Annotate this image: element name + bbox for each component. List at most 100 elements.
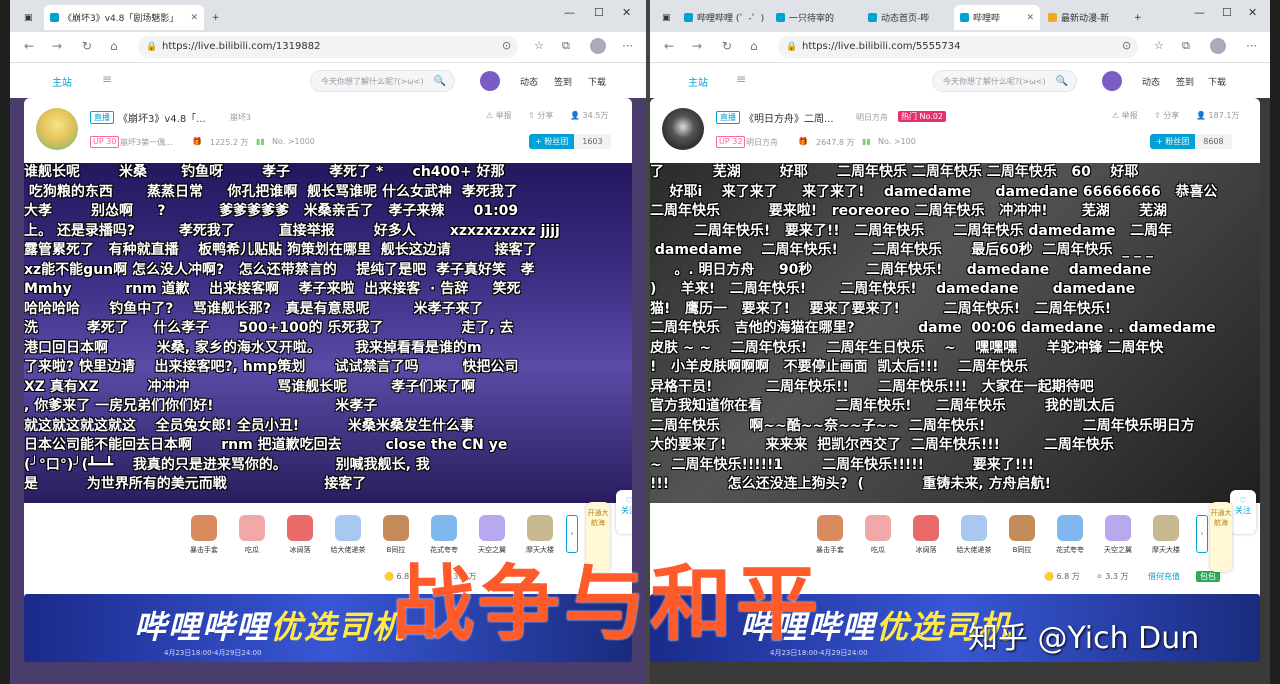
- gift-item[interactable]: 冰阔落: [278, 515, 322, 555]
- gift-item[interactable]: 冰阔落: [904, 515, 948, 555]
- viewer-count-value: 34.5万: [582, 111, 609, 120]
- vip-button[interactable]: 开通大航海: [1210, 502, 1232, 572]
- forward-icon[interactable]: →: [692, 39, 702, 53]
- banner-date: 4月23日18:00-4月29日24:00: [164, 649, 262, 657]
- expand-gifts-button[interactable]: ›: [1196, 515, 1208, 553]
- home-link[interactable]: 主站: [688, 74, 708, 89]
- tab-actions-icon[interactable]: ▣: [18, 5, 36, 30]
- search-input[interactable]: 今天你想了解什么呢?(>ω<) 🔍: [932, 70, 1077, 92]
- refresh-icon[interactable]: ↻: [82, 39, 92, 53]
- back-icon[interactable]: ←: [24, 39, 34, 53]
- gift-item[interactable]: 暴击手套: [808, 515, 852, 555]
- tracking-icon[interactable]: ⊙: [1122, 39, 1131, 52]
- menu-icon[interactable]: ≡: [102, 72, 112, 86]
- gift-item[interactable]: 摩天大楼: [1144, 515, 1188, 555]
- gift-item[interactable]: 摩天大楼: [518, 515, 562, 555]
- gift-item[interactable]: 天空之翼: [1096, 515, 1140, 555]
- banner-title: 哔哩哔哩优选司机: [134, 602, 406, 648]
- danmaku-line: 洗 孝死了 什么孝子 500+100的 乐死我了 走了, 去: [24, 320, 514, 336]
- url-field[interactable]: 🔒 https://live.bilibili.com/1319882: [138, 36, 518, 58]
- gift-item[interactable]: 给大佬递茶: [326, 515, 370, 555]
- gift-item[interactable]: 给大佬递茶: [952, 515, 996, 555]
- url-field[interactable]: 🔒 https://live.bilibili.com/5555734: [778, 36, 1138, 58]
- link-checkin[interactable]: 签到: [1176, 75, 1194, 88]
- new-tab-button[interactable]: +: [1128, 5, 1146, 30]
- more-menu-icon[interactable]: ⋯: [1246, 39, 1257, 52]
- forward-icon[interactable]: →: [52, 39, 62, 53]
- link-download[interactable]: 下载: [1208, 75, 1226, 88]
- link-dynamic[interactable]: 动态: [520, 75, 538, 88]
- tracking-icon[interactable]: ⊙: [502, 39, 511, 52]
- report-link[interactable]: ⚠ 举报: [486, 110, 512, 121]
- up-name[interactable]: 崩坏3第一偶...: [120, 137, 173, 148]
- streamer-avatar[interactable]: [36, 108, 78, 150]
- report-link[interactable]: ⚠ 举报: [1112, 110, 1138, 121]
- gift-item[interactable]: 花式夸夸: [422, 515, 466, 555]
- menu-icon[interactable]: ≡: [736, 72, 746, 86]
- tab-1[interactable]: 哔哩哔哩 (゜-゜): [678, 5, 768, 30]
- back-icon[interactable]: ←: [664, 39, 674, 53]
- link-checkin[interactable]: 签到: [554, 75, 572, 88]
- favorites-icon[interactable]: ☆: [1154, 39, 1164, 52]
- user-avatar[interactable]: [1102, 71, 1122, 91]
- gift-item[interactable]: B同拉: [374, 515, 418, 555]
- link-dynamic[interactable]: 动态: [1142, 75, 1160, 88]
- search-input[interactable]: 今天你想了解什么呢?(>ω<) 🔍: [310, 70, 455, 92]
- recharge-link[interactable]: 借何充值: [1148, 571, 1180, 582]
- tab-label: 哔哩哔哩 (゜-゜): [697, 14, 765, 24]
- bag-button[interactable]: 包包: [1196, 571, 1220, 582]
- close-tab-icon[interactable]: ✕: [1022, 13, 1034, 23]
- tab-bilibili-live[interactable]: 《崩坏3》v4.8「剧场魅影」 ✕: [44, 5, 204, 30]
- profile-avatar[interactable]: [1210, 38, 1226, 54]
- minimize-icon[interactable]: —: [1194, 6, 1205, 19]
- tab-3[interactable]: 动态首页-哔: [862, 5, 952, 30]
- follow-button[interactable]: ♡关注: [616, 490, 632, 534]
- profile-avatar[interactable]: [590, 38, 606, 54]
- home-icon[interactable]: ⌂: [750, 39, 758, 53]
- gift-item[interactable]: B同拉: [1000, 515, 1044, 555]
- fan-club-button[interactable]: + 粉丝团 1603: [529, 134, 611, 149]
- refresh-icon[interactable]: ↻: [722, 39, 732, 53]
- tab-5[interactable]: 最新动漫-新: [1042, 5, 1126, 30]
- close-window-icon[interactable]: ✕: [1248, 6, 1257, 19]
- gift-item[interactable]: 暴击手套: [182, 515, 226, 555]
- video-player[interactable]: 了 芜湖 好耶 二周年快乐 二周年快乐 二周年快乐 60 好耶 好耶i 来了来了…: [650, 163, 1260, 503]
- room-area[interactable]: 崩坏3: [230, 112, 251, 123]
- search-icon[interactable]: 🔍: [1056, 71, 1068, 93]
- close-tab-icon[interactable]: ✕: [186, 13, 198, 23]
- gift-item[interactable]: 花式夸夸: [1048, 515, 1092, 555]
- expand-gifts-button[interactable]: ›: [566, 515, 578, 553]
- gift-item[interactable]: 吃瓜: [230, 515, 274, 555]
- collections-icon[interactable]: ⧉: [562, 39, 570, 53]
- gift-item[interactable]: 吃瓜: [856, 515, 900, 555]
- video-player[interactable]: 谁舰长呢 米桑 钓鱼呀 孝子 孝死了 * ch400+ 好那 吃狗粮的东西 蒸蒸…: [24, 163, 632, 503]
- favorites-icon[interactable]: ☆: [534, 39, 544, 52]
- follow-button[interactable]: ♡关注: [1230, 490, 1256, 534]
- gift-icon: [1009, 515, 1035, 541]
- gift-item[interactable]: 天空之翼: [470, 515, 514, 555]
- collections-icon[interactable]: ⧉: [1182, 39, 1190, 53]
- danmaku-line: damedame 二周年快乐! 二周年快乐 最后60秒 二周年快乐 _ _ _: [650, 242, 1153, 258]
- tab-actions-icon[interactable]: ▣: [656, 5, 674, 30]
- search-icon[interactable]: 🔍: [434, 71, 446, 93]
- danmaku-line: 异格干员! 二周年快乐!! 二周年快乐!!! 大家在一起期待吧: [650, 378, 1094, 395]
- maximize-icon[interactable]: ☐: [1222, 6, 1232, 19]
- link-download[interactable]: 下载: [588, 75, 606, 88]
- up-name[interactable]: 明日方舟: [746, 137, 778, 148]
- gift-icon: [431, 515, 457, 541]
- minimize-icon[interactable]: —: [564, 6, 575, 19]
- home-icon[interactable]: ⌂: [110, 39, 118, 53]
- close-window-icon[interactable]: ✕: [622, 6, 631, 19]
- tab-4-active[interactable]: 哔哩哔 ✕: [954, 5, 1040, 30]
- share-link[interactable]: ⇪ 分享: [528, 110, 553, 121]
- maximize-icon[interactable]: ☐: [594, 6, 604, 19]
- room-area[interactable]: 明日方舟: [856, 112, 888, 123]
- fan-club-button[interactable]: + 粉丝团 8608: [1150, 134, 1232, 149]
- home-link[interactable]: 主站: [52, 74, 72, 89]
- new-tab-button[interactable]: +: [206, 5, 224, 30]
- more-menu-icon[interactable]: ⋯: [622, 39, 633, 52]
- streamer-avatar[interactable]: [662, 108, 704, 150]
- share-link[interactable]: ⇪ 分享: [1154, 110, 1179, 121]
- user-avatar[interactable]: [480, 71, 500, 91]
- tab-2[interactable]: 一只待宰的: [770, 5, 860, 30]
